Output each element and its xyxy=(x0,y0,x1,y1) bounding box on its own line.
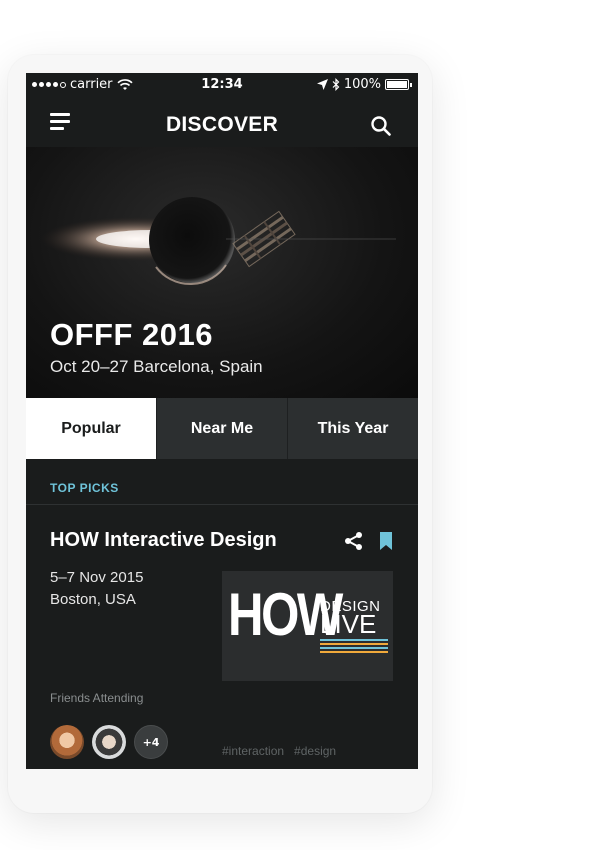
location-arrow-icon xyxy=(316,79,328,90)
tag[interactable]: #design xyxy=(294,744,336,758)
bluetooth-icon xyxy=(332,78,340,91)
friends-more-badge[interactable]: +4 xyxy=(134,725,168,759)
status-right: 100% xyxy=(316,77,412,92)
avatar[interactable] xyxy=(92,725,126,759)
logo-stripes xyxy=(320,639,388,655)
event-logo[interactable]: HOW DESIGN LIVE xyxy=(222,571,393,681)
search-icon[interactable] xyxy=(370,115,392,137)
nav-bar: DISCOVER xyxy=(26,103,418,147)
divider xyxy=(26,504,418,505)
bookmark-icon[interactable] xyxy=(379,532,393,550)
battery-percent: 100% xyxy=(343,77,381,92)
avatar[interactable] xyxy=(50,725,84,759)
hero-title: OFFF 2016 xyxy=(50,317,213,352)
tab-near-me[interactable]: Near Me xyxy=(156,398,287,459)
tag-list: #interaction #design xyxy=(222,744,336,758)
page-title: DISCOVER xyxy=(165,113,279,136)
event-date: 5–7 Nov 2015 xyxy=(50,569,144,586)
tag[interactable]: #interaction xyxy=(222,744,284,758)
filter-tabs: Popular Near Me This Year xyxy=(26,398,418,459)
friends-label: Friends Attending xyxy=(50,691,144,705)
hero-subtitle: Oct 20–27 Barcelona, Spain xyxy=(50,357,263,376)
event-location: Boston, USA xyxy=(50,591,136,608)
battery-icon xyxy=(385,79,409,90)
event-title[interactable]: HOW Interactive Design xyxy=(50,529,277,552)
app-screen: carrier 12:34 100% DISCOVER OFFF 2016 Oc… xyxy=(26,73,418,769)
tab-this-year[interactable]: This Year xyxy=(287,398,418,459)
tab-popular[interactable]: Popular xyxy=(26,398,156,459)
battery-tip xyxy=(410,82,412,87)
logo-live-text: LIVE xyxy=(320,609,377,639)
hero-banner[interactable]: OFFF 2016 Oct 20–27 Barcelona, Spain xyxy=(26,147,418,398)
status-bar: carrier 12:34 100% xyxy=(26,73,418,97)
share-icon[interactable] xyxy=(344,531,364,551)
section-label: TOP PICKS xyxy=(50,481,119,495)
